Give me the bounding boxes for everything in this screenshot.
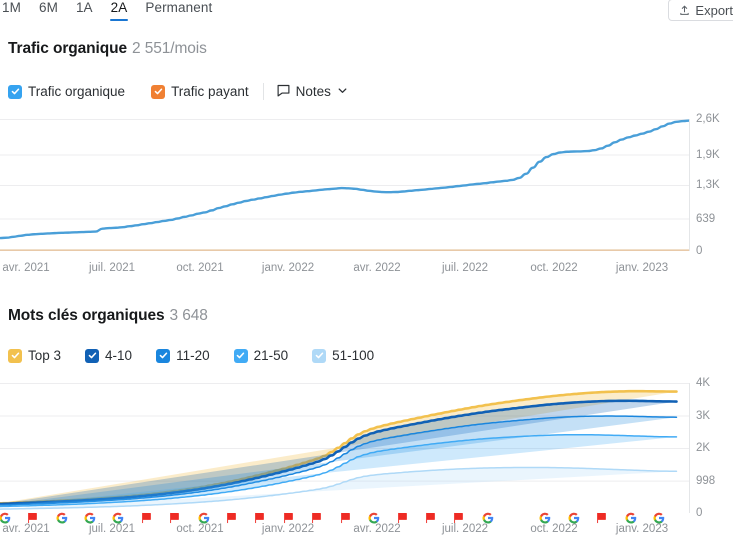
x-axis-tick-label: oct. 2022 [530,523,578,535]
upload-icon [679,4,690,16]
legend-label: Trafic organique [28,84,126,99]
legend-item-trafic-payant[interactable]: Trafic payant [151,84,249,99]
x-axis-tick-label: janv. 2023 [615,262,669,274]
x-axis-tick-label: avr. 2021 [2,523,50,535]
checkbox-checked-icon[interactable] [151,84,166,99]
tab-2a[interactable]: 2A [109,0,129,21]
export-label: Export [695,2,733,18]
checkbox-checked-icon[interactable] [156,348,171,363]
tab-6m[interactable]: 6M [39,0,58,21]
y-axis-tick-label: 0 [696,245,703,257]
x-axis-tick-label: avr. 2022 [353,523,401,535]
tab-1a[interactable]: 1A [76,0,93,21]
keywords-chart: 0 998 2K 3K 4K [0,377,733,519]
legend-label: 11-20 [176,348,210,363]
legend-item-11-20[interactable]: 11-20 [156,348,210,363]
legend-item-21-50[interactable]: 21-50 [233,348,289,363]
x-axis-tick-label: oct. 2021 [176,262,224,274]
y-axis-tick-label: 639 [696,212,716,225]
keywords-section-title: Mots clés organiques 3 648 [8,307,208,325]
y-axis-tick-label: 2,6K [696,113,720,125]
x-axis-tick-label: janv. 2022 [261,523,315,535]
checkbox-checked-icon[interactable] [8,348,22,363]
traffic-chart-xaxis: avr. 2021 juil. 2021 oct. 2021 janv. 2022 av… [0,262,690,278]
y-axis-tick-label: 0 [696,507,703,519]
traffic-legend: Trafic organique Trafic payant Notes [8,83,348,100]
checkbox-checked-icon[interactable] [85,348,100,363]
x-axis-tick-label: oct. 2021 [176,523,224,535]
checkbox-checked-icon[interactable] [312,348,327,363]
checkbox-checked-icon[interactable] [233,348,248,363]
traffic-title-text: Trafic organique [8,40,127,57]
x-axis-tick-label: janv. 2022 [261,262,315,274]
chart-plot-area [0,383,690,513]
speech-bubble-icon [277,84,290,100]
y-axis-tick-label: 1,9K [696,148,720,161]
series-line [0,119,690,240]
traffic-section-title: Trafic organique 2 551/mois [8,40,207,58]
period-tabbar: 1M 6M 1A 2A Permanent Export [0,0,733,22]
x-axis-tick-label: avr. 2022 [353,262,401,274]
tab-permanent[interactable]: Permanent [145,0,212,21]
y-axis-tick-label: 3K [696,409,711,422]
x-axis-tick-label: juil. 2022 [441,523,489,535]
chart-plot-area [0,119,690,251]
y-axis-tick-label: 998 [696,474,716,487]
x-axis-tick-label: juil. 2021 [88,523,136,535]
legend-label: 4-10 [105,348,133,363]
notes-label: Notes [295,84,331,99]
legend-label: Trafic payant [171,84,249,99]
checkbox-checked-icon[interactable] [8,84,22,99]
chevron-down-icon[interactable] [337,84,348,99]
legend-item-4-10[interactable]: 4-10 [85,348,132,363]
notes-dropdown[interactable]: Notes [277,84,348,100]
analytics-overview-page: 1M 6M 1A 2A Permanent Export Trafic orga… [0,0,733,553]
tab-1m[interactable]: 1M [2,0,21,21]
keywords-legend: Top 3 4-10 11-20 21-50 51-100 [8,348,374,363]
legend-item-trafic-organique[interactable]: Trafic organique [8,84,125,99]
legend-item-51-100[interactable]: 51-100 [312,348,374,363]
keywords-title-text: Mots clés organiques [8,307,165,324]
x-axis-tick-label: janv. 2023 [615,523,669,535]
legend-divider [262,83,264,100]
legend-label: 21-50 [253,348,289,363]
x-axis-tick-label: avr. 2021 [2,262,50,274]
x-axis-tick-label: oct. 2022 [530,262,578,274]
y-axis-tick-label: 2K [696,442,711,454]
x-axis-tick-label: juil. 2022 [441,262,489,274]
y-axis-tick-label: 1,3K [696,179,720,191]
legend-label: Top 3 [28,348,62,363]
traffic-title-value: 2 551/mois [131,40,207,57]
x-axis-tick-label: juil. 2021 [88,262,136,274]
export-button[interactable]: Export [668,0,733,21]
traffic-chart: 0 639 1,3K 1,9K 2,6K [0,113,733,257]
legend-item-top3[interactable]: Top 3 [8,348,61,363]
keywords-title-value: 3 648 [169,307,208,324]
legend-label: 51-100 [332,348,375,363]
keywords-chart-xaxis: avr. 2021 juil. 2021 oct. 2021 janv. 2022 av… [0,523,690,539]
y-axis-tick-label: 4K [696,377,711,389]
